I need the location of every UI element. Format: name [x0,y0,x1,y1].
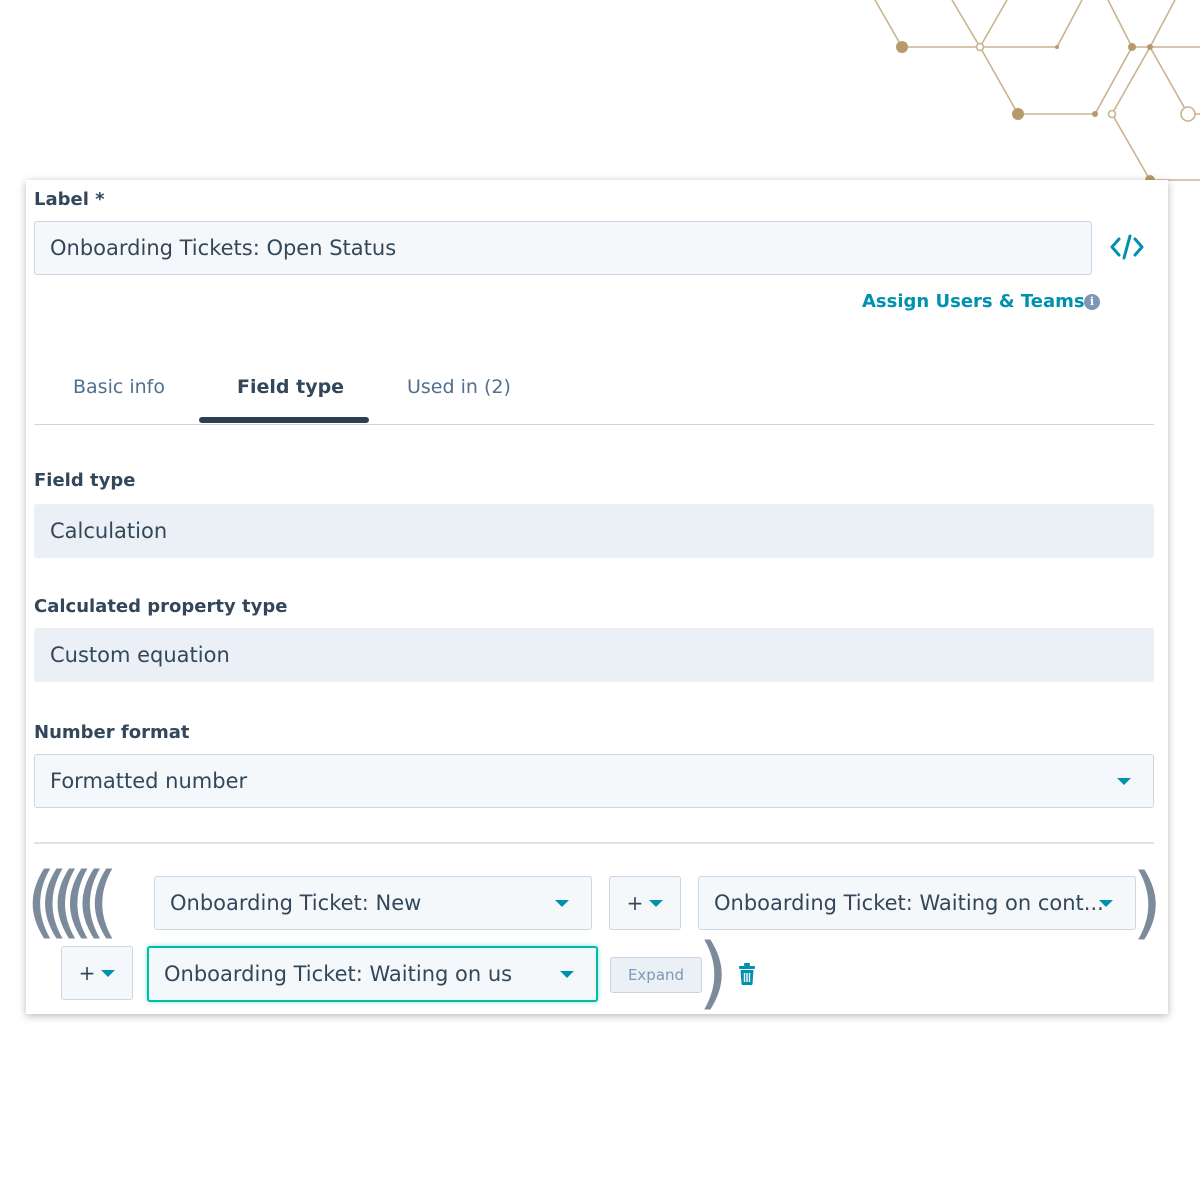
chevron-down-icon [560,971,574,978]
tab-basic-info[interactable]: Basic info [73,376,165,398]
tab-field-type[interactable]: Field type [237,376,344,398]
info-icon[interactable]: i [1084,294,1100,310]
chevron-down-icon [101,969,116,977]
label-input[interactable]: Onboarding Tickets: Open Status [34,221,1092,275]
chevron-down-icon [649,899,664,907]
active-tab-indicator [199,417,369,423]
field-type-title: Field type [34,470,136,491]
label-field-title: Label * [34,189,105,210]
section-divider [34,842,1154,844]
property-select-new-value: Onboarding Ticket: New [170,891,422,915]
chevron-down-icon [555,900,569,907]
chevron-down-icon [1117,778,1131,785]
hexagon-decoration [874,0,1200,185]
assign-users-teams-link[interactable]: Assign Users & Teams [862,291,1085,312]
tab-used-in[interactable]: Used in (2) [407,376,511,398]
calculated-property-type-value: Custom equation [34,628,1154,682]
operator-select-row1[interactable]: + [609,876,681,930]
trash-icon[interactable] [737,962,757,986]
tab-bar: Basic info Field type Used in (2) [34,348,1154,425]
property-edit-panel: Label * Onboarding Tickets: Open Status … [26,180,1168,1014]
code-brackets-icon[interactable] [1110,232,1144,262]
field-type-value: Calculation [34,504,1154,558]
number-format-select[interactable]: Formatted number [34,754,1154,808]
number-format-title: Number format [34,722,190,743]
property-select-waiting-on-us-value: Onboarding Ticket: Waiting on us [164,962,513,986]
open-parentheses: (((((( [26,857,118,947]
close-parenthesis-row1: ) [1132,858,1163,948]
operator-plus: + [78,961,96,985]
property-select-waiting-on-us[interactable]: Onboarding Ticket: Waiting on us [147,946,598,1002]
property-select-waiting-on-contact-value: Onboarding Ticket: Waiting on cont... [714,891,1104,915]
property-select-new[interactable]: Onboarding Ticket: New [154,876,592,930]
property-select-waiting-on-contact[interactable]: Onboarding Ticket: Waiting on cont... [698,876,1136,930]
operator-plus: + [626,891,644,915]
operator-select-row2[interactable]: + [61,946,133,1000]
calculated-property-type-title: Calculated property type [34,596,288,617]
chevron-down-icon [1099,900,1113,907]
close-parenthesis-row2: ) [698,928,729,1018]
expand-button[interactable]: Expand [610,957,702,993]
number-format-selected: Formatted number [50,769,248,793]
